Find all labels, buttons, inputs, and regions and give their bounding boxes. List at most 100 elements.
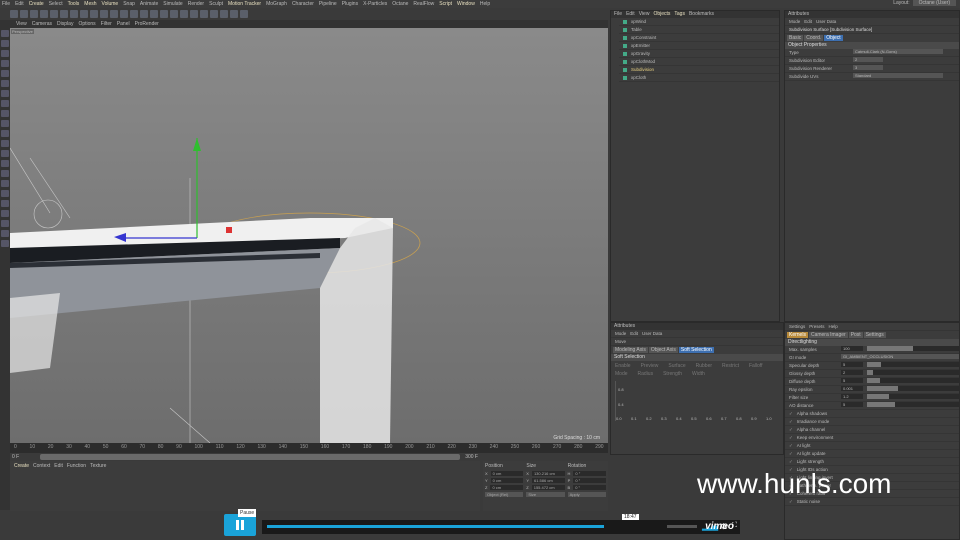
toolbar-button[interactable] [30,10,38,18]
field-slider[interactable] [867,346,959,351]
object-row[interactable]: xpGravity [619,50,779,58]
viewport[interactable]: Perspective Grid Spacing : 10 cm [9,28,608,444]
tool-button[interactable] [1,50,9,57]
viewport-menu-item[interactable]: ProRender [135,21,159,27]
object-menu-item[interactable]: Edit [626,11,635,18]
field-value[interactable]: 5 [841,378,863,383]
menu-character[interactable]: Character [292,1,314,7]
start-frame[interactable]: 0 F [12,454,19,460]
toolbar-button[interactable] [200,10,208,18]
toolbar-button[interactable] [190,10,198,18]
object-name[interactable]: xpCloth [631,74,646,81]
object-menu-item[interactable]: View [639,11,650,18]
viewport-menu-item[interactable]: View [16,21,27,27]
checkbox-icon[interactable]: ✓ [789,450,793,457]
viewport-menu-item[interactable]: Cameras [32,21,52,27]
menu-render[interactable]: Render [188,1,204,7]
material-menu-item[interactable]: Texture [90,463,106,469]
toolbar-button[interactable] [140,10,148,18]
coord-field[interactable]: 0 ° [573,478,606,483]
viewport-menu-item[interactable]: Options [78,21,95,27]
viewport-menu-item[interactable]: Filter [101,21,112,27]
field-value[interactable]: 5 [841,402,863,407]
tool-button[interactable] [1,80,9,87]
render-menu-item[interactable]: Help [829,323,838,330]
toolbar-button[interactable] [220,10,228,18]
tool-button[interactable] [1,200,9,207]
toolbar-button[interactable] [90,10,98,18]
render-checkbox[interactable]: ✓ Light strength [785,458,959,466]
object-name[interactable]: xpWind [631,18,646,25]
field-value[interactable]: 2 [841,370,863,375]
checkbox-icon[interactable]: ✓ [789,410,793,417]
field-slider[interactable] [867,378,959,383]
toolbar-button[interactable] [230,10,238,18]
attr-menu-item[interactable]: Edit [804,18,812,25]
tool-button[interactable] [1,190,9,197]
field-slider[interactable] [867,394,959,399]
object-menu-item[interactable]: Tags [674,11,685,18]
attr-tab[interactable]: Basic [787,35,804,41]
layout-selector[interactable]: Layout: Octane (User) [893,0,956,6]
mode-button[interactable]: Object (Rel) [485,492,524,497]
toolbar-button[interactable] [70,10,78,18]
menu-mesh[interactable]: Mesh [84,1,96,7]
end-frame[interactable]: 300 F [465,454,478,460]
object-row[interactable]: xpConstraint [619,34,779,42]
toolbar-button[interactable] [160,10,168,18]
render-checkbox[interactable]: ✓ Keep environment [785,434,959,442]
toolbar-button[interactable] [240,10,248,18]
render-tab[interactable]: Camera Imager [808,332,848,338]
coord-field[interactable]: 155.472 cm [531,485,565,490]
attr-menu-item[interactable]: Mode [615,330,626,337]
render-menu-item[interactable]: Settings [789,323,805,330]
menu-volume[interactable]: Volume [102,1,119,7]
progress-bar[interactable] [267,525,605,528]
toolbar-button[interactable] [10,10,18,18]
object-menu-item[interactable]: Objects [653,11,670,18]
menu-file[interactable]: File [2,1,10,7]
attr-tab[interactable]: Modeling Axis [613,347,648,353]
timeline-ruler[interactable]: 0 10 20 30 40 50 60 70 80 90 100 110 120 130 140 150 160… [10,443,608,453]
render-menu-item[interactable]: Presets [809,323,824,330]
menu-select[interactable]: Select [49,1,63,7]
object-row[interactable]: Subdivision [619,66,779,74]
field-slider[interactable] [867,386,959,391]
field-value[interactable]: 3 [853,65,883,70]
tool-button[interactable] [1,160,9,167]
tool-button[interactable] [1,70,9,77]
toolbar-button[interactable] [110,10,118,18]
vimeo-logo[interactable]: vimeo [705,521,734,532]
material-menu-item[interactable]: Create [14,463,29,469]
menu-mograph[interactable]: MoGraph [266,1,287,7]
attr-tab[interactable]: Soft Selection [678,347,714,353]
checkbox-icon[interactable]: ✓ [789,434,793,441]
tool-button[interactable] [1,210,9,217]
field-value[interactable]: 5 [841,362,863,367]
size_mode-button[interactable]: Size [526,492,565,497]
coord-field[interactable]: 0 ° [573,471,607,476]
object-row[interactable]: xpCloth [619,74,779,82]
menu-edit[interactable]: Edit [15,1,24,7]
tool-button[interactable] [1,240,9,247]
material-menu-item[interactable]: Edit [54,463,63,469]
tool-button[interactable] [1,130,9,137]
attr-menu-item[interactable]: Edit [630,330,638,337]
checkbox-icon[interactable]: ✓ [789,442,793,449]
toolbar-button[interactable] [180,10,188,18]
object-menu-item[interactable]: Bookmarks [689,11,714,18]
menu-script[interactable]: Script [439,1,452,7]
attr-menu-item[interactable]: User Data [642,330,662,337]
toolbar-button[interactable] [50,10,58,18]
coord-field[interactable]: 0 ° [573,485,607,490]
object-row[interactable]: xpWind [619,18,779,26]
pause-button[interactable] [224,514,256,536]
tool-button[interactable] [1,220,9,227]
tool-button[interactable] [1,90,9,97]
field-value[interactable]: 100 [841,346,863,351]
toolbar-button[interactable] [100,10,108,18]
tool-button[interactable] [1,150,9,157]
menu-octane[interactable]: Octane [392,1,408,7]
viewport-menu-item[interactable]: Panel [117,21,130,27]
toolbar-button[interactable] [20,10,28,18]
